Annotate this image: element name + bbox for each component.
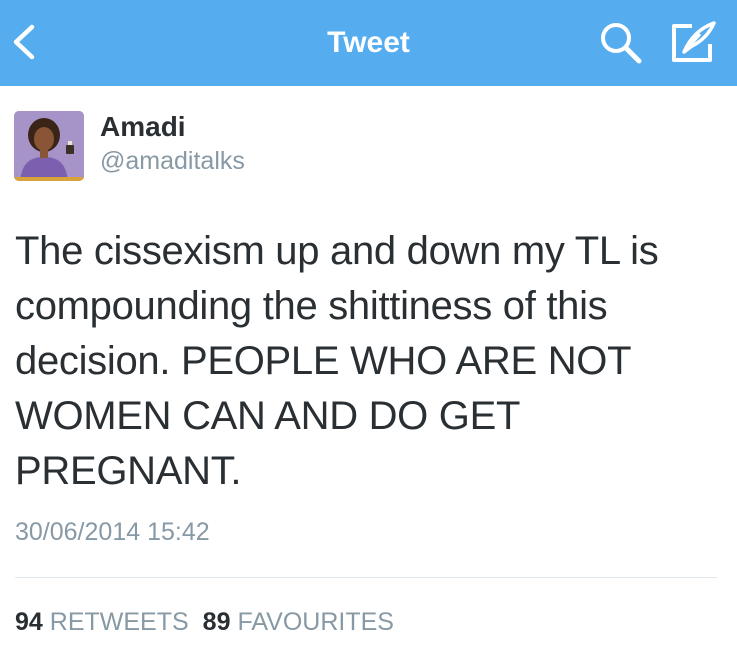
retweets-label: RETWEETS [49,608,189,636]
favourites-label: FAVOURITES [237,608,394,636]
back-button[interactable] [6,18,42,66]
search-button[interactable] [598,20,644,66]
avatar-illustration [14,111,84,181]
compose-icon [672,21,716,62]
search-icon [601,23,642,64]
favourites-stat[interactable]: 89 FAVOURITES [203,608,394,636]
author-handle[interactable]: @amaditalks [100,145,245,177]
avatar[interactable] [14,111,84,181]
chevron-left-icon [13,24,35,60]
author-display-name[interactable]: Amadi [100,110,186,144]
compose-button[interactable] [670,20,718,66]
tweet-text: The cissexism up and down my TL is compo… [15,229,659,493]
favourites-count: 89 [202,608,231,636]
divider [15,577,717,578]
tweet-timestamp: 30/06/2014 15:42 [15,518,210,546]
retweets-stat[interactable]: 94 RETWEETS [15,608,189,636]
tweet-stats: 94 RETWEETS 89 FAVOURITES [15,605,394,639]
nav-bar: Tweet [0,0,737,86]
retweets-count: 94 [15,608,43,636]
